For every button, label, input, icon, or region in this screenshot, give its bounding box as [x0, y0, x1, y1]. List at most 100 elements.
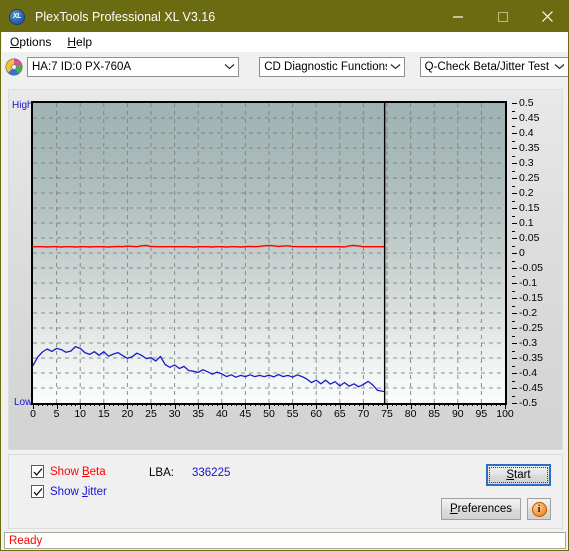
- x-axis-minor-tick: [75, 403, 77, 406]
- x-axis-minor-tick: [47, 403, 49, 406]
- chevron-down-icon: [387, 63, 404, 70]
- maximize-button[interactable]: [480, 1, 525, 32]
- x-axis-minor-tick: [70, 403, 72, 406]
- x-axis-tick-label: 5: [53, 408, 60, 420]
- show-beta-checkbox[interactable]: [31, 465, 44, 478]
- y-axis-minor-tick: [512, 260, 515, 262]
- checkmark-icon: [33, 488, 43, 496]
- x-axis-minor-tick: [424, 403, 426, 406]
- x-axis-tick-label: 30: [168, 408, 181, 420]
- x-axis-minor-tick: [420, 403, 422, 406]
- x-axis-tick-label: 20: [121, 408, 134, 420]
- x-axis-minor-tick: [146, 403, 148, 406]
- x-axis-minor-tick: [51, 403, 53, 406]
- y-axis-tick-label: 0.35: [519, 142, 540, 154]
- lba-label: LBA:: [149, 467, 174, 479]
- close-icon: [542, 11, 553, 22]
- y-axis-minor-tick: [512, 290, 515, 292]
- minimize-button[interactable]: [435, 1, 480, 32]
- title-bar: XL PlexTools Professional XL V3.16: [1, 1, 568, 32]
- function-select-value: CD Diagnostic Functions: [264, 60, 387, 73]
- x-axis-minor-tick: [273, 403, 275, 406]
- y-axis-tick-label: 0.1: [519, 217, 534, 229]
- y-axis-minor-tick: [512, 215, 515, 217]
- y-axis-minor-tick: [512, 275, 515, 277]
- menu-item-help[interactable]: Help: [59, 32, 100, 52]
- application-window: XL PlexTools Professional XL V3.16 Optio…: [0, 0, 569, 551]
- menu-bar: Options Help: [2, 32, 568, 52]
- y-axis-minor-tick: [512, 230, 515, 232]
- y-axis-minor-tick: [512, 125, 515, 127]
- x-axis-minor-tick: [278, 403, 280, 406]
- x-axis-tick-label: 55: [286, 408, 299, 420]
- y-axis-tick-label: -0.15: [519, 292, 543, 304]
- x-axis-tick-label: 15: [97, 408, 110, 420]
- y-axis-tick-label: -0.4: [519, 367, 538, 379]
- y-axis-tick-mark: [512, 283, 517, 284]
- close-button[interactable]: [525, 1, 568, 32]
- x-axis-minor-tick: [117, 403, 119, 406]
- plot-area: [31, 101, 507, 405]
- x-axis-minor-tick: [61, 403, 63, 406]
- y-axis-tick-mark: [512, 133, 517, 134]
- menu-item-options[interactable]: Options: [2, 32, 59, 52]
- y-axis-tick-mark: [512, 253, 517, 254]
- y-axis-minor-tick: [512, 335, 515, 337]
- info-icon: i: [531, 501, 547, 517]
- menu-help-accel: H: [67, 35, 77, 49]
- show-jitter-checkbox[interactable]: [31, 485, 44, 498]
- test-select[interactable]: Q-Check Beta/Jitter Test: [419, 56, 568, 77]
- test-select-value: Q-Check Beta/Jitter Test: [424, 60, 550, 73]
- x-axis-minor-tick: [335, 403, 337, 406]
- preferences-button[interactable]: Preferences: [441, 498, 521, 520]
- status-bar: Ready: [4, 532, 566, 549]
- info-button[interactable]: i: [527, 498, 551, 520]
- x-axis-minor-tick: [401, 403, 403, 406]
- show-beta-row[interactable]: Show Beta: [31, 465, 106, 478]
- x-axis-minor-tick: [264, 403, 266, 406]
- drive-select[interactable]: HA:7 ID:0 PX-760A: [27, 56, 240, 77]
- y-axis-minor-tick: [512, 305, 515, 307]
- x-axis-minor-tick: [349, 403, 351, 406]
- y-axis-minor-tick: [512, 170, 515, 172]
- x-axis-minor-tick: [372, 403, 374, 406]
- x-axis-minor-tick: [254, 403, 256, 406]
- y-axis-minor-tick: [512, 140, 515, 142]
- x-axis-minor-tick: [495, 403, 497, 406]
- y-axis-tick-mark: [512, 388, 517, 389]
- show-jitter-label-post: itter: [87, 485, 107, 498]
- x-axis-minor-tick: [235, 403, 237, 406]
- x-axis-tick-label: 0: [30, 408, 36, 420]
- x-axis-minor-tick: [405, 403, 407, 406]
- y-axis-minor-tick: [512, 365, 515, 367]
- x-axis-minor-tick: [122, 403, 124, 406]
- y-axis-tick-label: -0.25: [519, 322, 543, 334]
- chevron-down-icon: [221, 63, 238, 70]
- y-axis-tick-mark: [512, 223, 517, 224]
- x-axis-minor-tick: [240, 403, 242, 406]
- toolbar: HA:7 ID:0 PX-760A CD Diagnostic Function…: [2, 52, 568, 81]
- x-axis-minor-tick: [141, 403, 143, 406]
- y-axis-tick-label: 0.4: [519, 127, 534, 139]
- y-axis-tick-mark: [512, 373, 517, 374]
- axis-label-low: Low: [14, 397, 33, 408]
- show-beta-label-pre: Show: [50, 465, 82, 478]
- x-axis-minor-tick: [438, 403, 440, 406]
- show-jitter-label-pre: Show: [50, 485, 82, 498]
- x-axis-tick-label: 65: [333, 408, 346, 420]
- x-axis-tick-label: 80: [404, 408, 417, 420]
- y-axis-minor-tick: [512, 380, 515, 382]
- function-select[interactable]: CD Diagnostic Functions: [259, 56, 405, 77]
- y-axis-tick-mark: [512, 208, 517, 209]
- app-icon-text: XL: [12, 13, 22, 20]
- x-axis-minor-tick: [207, 403, 209, 406]
- show-jitter-row[interactable]: Show Jitter: [31, 485, 107, 498]
- chevron-down-icon: [551, 63, 568, 70]
- x-axis-tick-label: 95: [475, 408, 488, 420]
- start-button[interactable]: Start: [486, 464, 551, 486]
- minimize-icon: [452, 15, 463, 18]
- x-axis-minor-tick: [302, 403, 304, 406]
- x-axis-tick-label: 60: [310, 408, 323, 420]
- x-axis: 0 5 10 15 20 25 30 35 40 45 50 55 60 65 70 75 80 85 90 95 10…: [30, 403, 514, 428]
- x-axis-tick-label: 85: [428, 408, 441, 420]
